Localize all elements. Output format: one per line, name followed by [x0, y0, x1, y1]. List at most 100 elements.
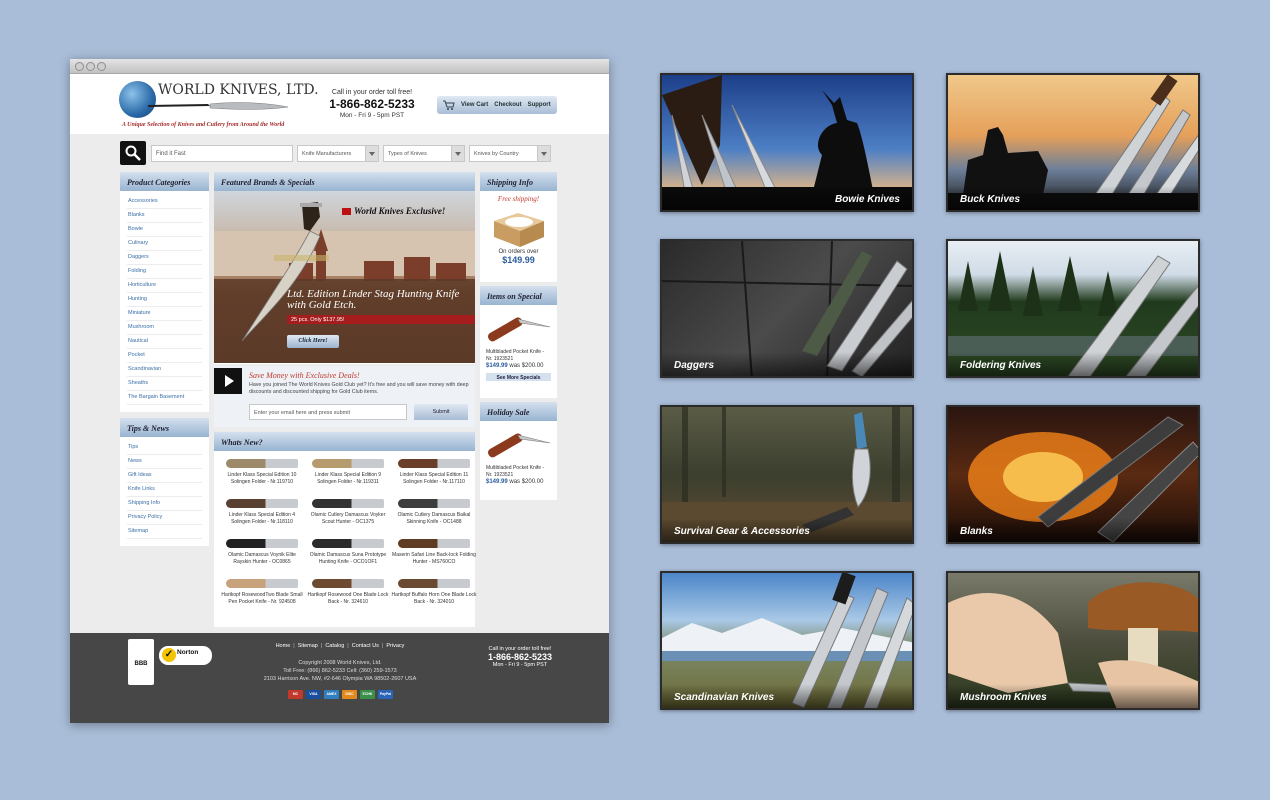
product-card[interactable]: Linder Klass Special Edition 10 Solingen… [219, 459, 305, 485]
payment-card-icon: MC [288, 690, 303, 699]
knife-thumbnail[interactable] [398, 459, 470, 468]
tile-blanks[interactable]: Blanks [946, 405, 1200, 544]
knife-thumbnail[interactable] [398, 539, 470, 548]
category-link[interactable]: Pocket [127, 349, 202, 363]
special-product-name[interactable]: Multibladed Pocket Knife - Nr. 1923521 [480, 349, 557, 362]
product-name: Maserin Safari Line Back-lock Folding Hu… [392, 552, 476, 565]
footer-nav-link[interactable]: Privacy [386, 643, 404, 649]
category-link[interactable]: Sheaths [127, 377, 202, 391]
close-window-button[interactable] [75, 62, 84, 71]
product-card[interactable]: Hartkopf Rosewood One Blade Lock Back - … [305, 579, 391, 605]
knife-thumbnail[interactable] [226, 539, 298, 548]
checkout-link[interactable]: Checkout [494, 102, 521, 108]
free-shipping-amount: $149.99 [502, 255, 535, 265]
call-label: Call in your order toll free! [331, 89, 413, 96]
category-link[interactable]: Blanks [127, 209, 202, 223]
tips-link[interactable]: Gift Ideas [127, 469, 202, 483]
knife-thumbnail[interactable] [312, 579, 384, 588]
search-input[interactable]: Find it Fast [151, 145, 293, 162]
view-cart-link[interactable]: View Cart [461, 102, 488, 108]
norton-badge[interactable]: Norton [159, 646, 212, 665]
tile-label: Foldering Knives [948, 352, 1198, 376]
phone-number: 1-866-862-5233 [329, 97, 415, 111]
product-card[interactable]: Linder Klass Special Edition 11 Solingen… [391, 459, 477, 485]
category-link[interactable]: Culinary [127, 237, 202, 251]
category-link[interactable]: Bowie [127, 223, 202, 237]
product-card[interactable]: Linder Klass Special Edition 9 Solingen … [305, 459, 391, 485]
footer-nav-link[interactable]: Sitemap [298, 643, 318, 649]
tile-daggers[interactable]: Daggers [660, 239, 914, 378]
search-button[interactable] [120, 141, 146, 165]
tile-label: Scandinavian Knives [662, 684, 912, 708]
category-link[interactable]: Scandinavian [127, 363, 202, 377]
tips-link[interactable]: Sitemap [127, 525, 202, 539]
category-link[interactable]: Nautical [127, 335, 202, 349]
tips-link[interactable]: Tips [127, 441, 202, 455]
knife-thumbnail[interactable] [312, 499, 384, 508]
bbb-badge[interactable]: BBB [128, 639, 154, 685]
category-link[interactable]: Hunting [127, 293, 202, 307]
tips-link[interactable]: News [127, 455, 202, 469]
play-icon[interactable] [214, 368, 242, 394]
tips-link[interactable]: Shipping Info [127, 497, 202, 511]
knife-thumbnail[interactable] [226, 579, 298, 588]
types-dropdown[interactable]: Types of Knives [383, 145, 465, 162]
tile-mushroom-knives[interactable]: Mushroom Knives [946, 571, 1200, 710]
category-link[interactable]: Miniature [127, 307, 202, 321]
category-link[interactable]: Accessories [127, 195, 202, 209]
copyright-text: Copyright 2008 World Knives, Ltd. [298, 660, 382, 666]
support-link[interactable]: Support [528, 102, 551, 108]
email-field[interactable]: Enter your email here and press submit [249, 404, 407, 420]
knife-thumbnail[interactable] [398, 579, 470, 588]
holiday-product-name[interactable]: Multibladed Pocket Knife - Nr. 1923521 [480, 465, 557, 478]
see-more-specials-button[interactable]: See More Specials [486, 373, 551, 381]
product-card[interactable]: Olamic Damascus Suna Prototype Hunting K… [305, 539, 391, 565]
whats-new-panel: Whats New? Linder Klass Special Edition … [214, 432, 477, 627]
tips-link[interactable]: Privacy Policy [127, 511, 202, 525]
category-link[interactable]: Horticulture [127, 279, 202, 293]
site-logo-text[interactable]: WORLD KNIVES, LTD. [158, 82, 319, 98]
footer-nav: Home | Sitemap | Catalog | Contact Us | Privacy [230, 643, 450, 649]
knife-thumbnail[interactable] [226, 499, 298, 508]
featured-banner[interactable]: World Knives Exclusive! Ltd. Edition Lin… [214, 191, 475, 363]
category-link[interactable]: Daggers [127, 251, 202, 265]
pocket-knife-image[interactable] [480, 305, 557, 347]
knife-thumbnail[interactable] [226, 459, 298, 468]
shipping-heading: Shipping Info [480, 172, 557, 191]
types-dropdown-label: Types of Knives [388, 151, 427, 157]
manufacturers-dropdown[interactable]: Knife Manufacturers [297, 145, 379, 162]
knife-thumbnail[interactable] [312, 459, 384, 468]
categories-list: Accessories Blanks Bowie Culinary Daggers Fol… [120, 191, 209, 409]
tips-link[interactable]: Knife Links [127, 483, 202, 497]
category-link[interactable]: The Bargain Basement [127, 391, 202, 405]
category-link[interactable]: Folding [127, 265, 202, 279]
footer-nav-link[interactable]: Home [276, 643, 291, 649]
product-card[interactable]: Linder Klass Special Edition 4 Solingen … [219, 499, 305, 525]
knife-thumbnail[interactable] [398, 499, 470, 508]
tile-bowie-knives[interactable]: Bowie Knives [660, 73, 914, 212]
country-dropdown[interactable]: Knives by Country [469, 145, 551, 162]
holiday-knife-image[interactable] [480, 421, 557, 463]
knife-thumbnail[interactable] [312, 539, 384, 548]
product-card[interactable]: Hartkopf Buffalo Horn One Blade Lock Bac… [391, 579, 477, 605]
gold-club-signup: Save Money with Exclusive Deals! Have yo… [214, 366, 475, 427]
footer-nav-link[interactable]: Contact Us [352, 643, 379, 649]
product-card[interactable]: Maserin Safari Line Back-lock Folding Hu… [391, 539, 477, 565]
maximize-window-button[interactable] [97, 62, 106, 71]
tile-buck-knives[interactable]: Buck Knives [946, 73, 1200, 212]
tile-foldering-knives[interactable]: Foldering Knives [946, 239, 1200, 378]
minimize-window-button[interactable] [86, 62, 95, 71]
product-card[interactable]: Olamic Cutlery Damascus Baikal Skinning … [391, 499, 477, 525]
product-card[interactable]: Olamic Cutlery Damascus Voyker Scout Hun… [305, 499, 391, 525]
product-card[interactable]: Hartkopf RosewoodTwo Blade Small Pen Poc… [219, 579, 305, 605]
submit-button[interactable]: Submit [414, 404, 468, 420]
category-link[interactable]: Mushroom [127, 321, 202, 335]
footer-nav-link[interactable]: Catalog [325, 643, 344, 649]
special-was-price: was $200.00 [509, 363, 544, 369]
product-card[interactable]: Olamic Damascus Voynik Elite Rayskin Hun… [219, 539, 305, 565]
click-here-button[interactable]: Click Here! [287, 335, 339, 348]
tile-scandinavian-knives[interactable]: Scandinavian Knives [660, 571, 914, 710]
product-name: Linder Klass Special Edition 10 Solingen… [227, 472, 297, 485]
site-tagline: A Unique Selection of Knives and Cutlery… [122, 122, 285, 128]
tile-survival-gear[interactable]: Survival Gear & Accessories [660, 405, 914, 544]
